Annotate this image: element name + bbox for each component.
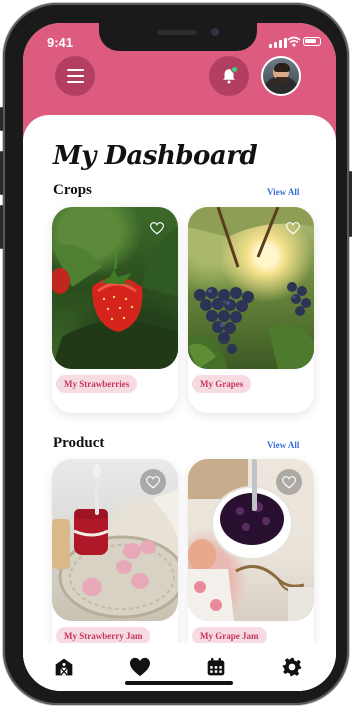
heart-icon (130, 657, 150, 677)
front-camera (211, 28, 219, 36)
dashboard-content: My Dashboard Crops View All My Strawberr… (23, 115, 336, 691)
crop-label-grapes: My Grapes (192, 375, 252, 393)
crops-view-all-link[interactable]: View All (267, 187, 299, 197)
grape-vine-photo (188, 207, 314, 369)
product-view-all-link[interactable]: View All (267, 440, 299, 450)
phone-screen: 9:41 My Dashboard Crops View All My Stra… (23, 23, 336, 691)
heart-outline-icon (286, 221, 300, 234)
heart-outline-icon (146, 475, 160, 488)
speaker (157, 30, 197, 35)
hamburger-menu-icon (66, 69, 84, 71)
side-button (0, 107, 3, 131)
wifi-icon (287, 36, 301, 47)
strawberry-jam-photo (52, 459, 178, 621)
calendar-icon (207, 657, 225, 676)
nav-favorites[interactable] (128, 655, 152, 679)
notifications-button[interactable] (209, 56, 249, 96)
volume-down-button (0, 205, 3, 249)
favorite-button[interactable] (276, 469, 302, 495)
crop-label-strawberries: My Strawberries (56, 375, 138, 393)
nav-calendar[interactable] (204, 655, 228, 679)
nav-settings[interactable] (280, 655, 304, 679)
heart-outline-icon (282, 475, 296, 488)
crop-card-grapes[interactable]: My Grapes (188, 207, 314, 413)
notification-dot (231, 66, 238, 73)
favorite-button[interactable] (140, 469, 166, 495)
menu-button[interactable] (55, 56, 95, 96)
status-icons (269, 36, 325, 48)
user-avatar[interactable] (261, 56, 301, 96)
heart-outline-icon (150, 221, 164, 234)
battery-icon (303, 37, 321, 46)
crops-section-title: Crops (53, 182, 92, 198)
crop-card-strawberries[interactable]: My Strawberries (52, 207, 178, 413)
grape-jam-photo (188, 459, 314, 621)
home-indicator (125, 681, 233, 685)
barn-icon (55, 658, 73, 676)
volume-up-button (0, 151, 3, 195)
favorite-button[interactable] (282, 217, 304, 239)
bottom-navigation (23, 643, 336, 691)
status-time: 9:41 (47, 35, 74, 50)
product-card-grape-jam[interactable]: My Grape Jam (188, 459, 314, 665)
gear-icon (282, 657, 302, 677)
product-section-title: Product (53, 435, 105, 451)
nav-home[interactable] (52, 655, 76, 679)
phone-frame: 9:41 My Dashboard Crops View All My Stra… (0, 3, 352, 705)
page-title: My Dashboard (53, 141, 258, 171)
product-card-strawberry-jam[interactable]: My Strawberry Jam (52, 459, 178, 665)
power-button (349, 171, 352, 237)
notch (99, 23, 257, 51)
favorite-button[interactable] (146, 217, 168, 239)
signal-icon (269, 38, 287, 48)
strawberry-plant-photo (52, 207, 178, 369)
